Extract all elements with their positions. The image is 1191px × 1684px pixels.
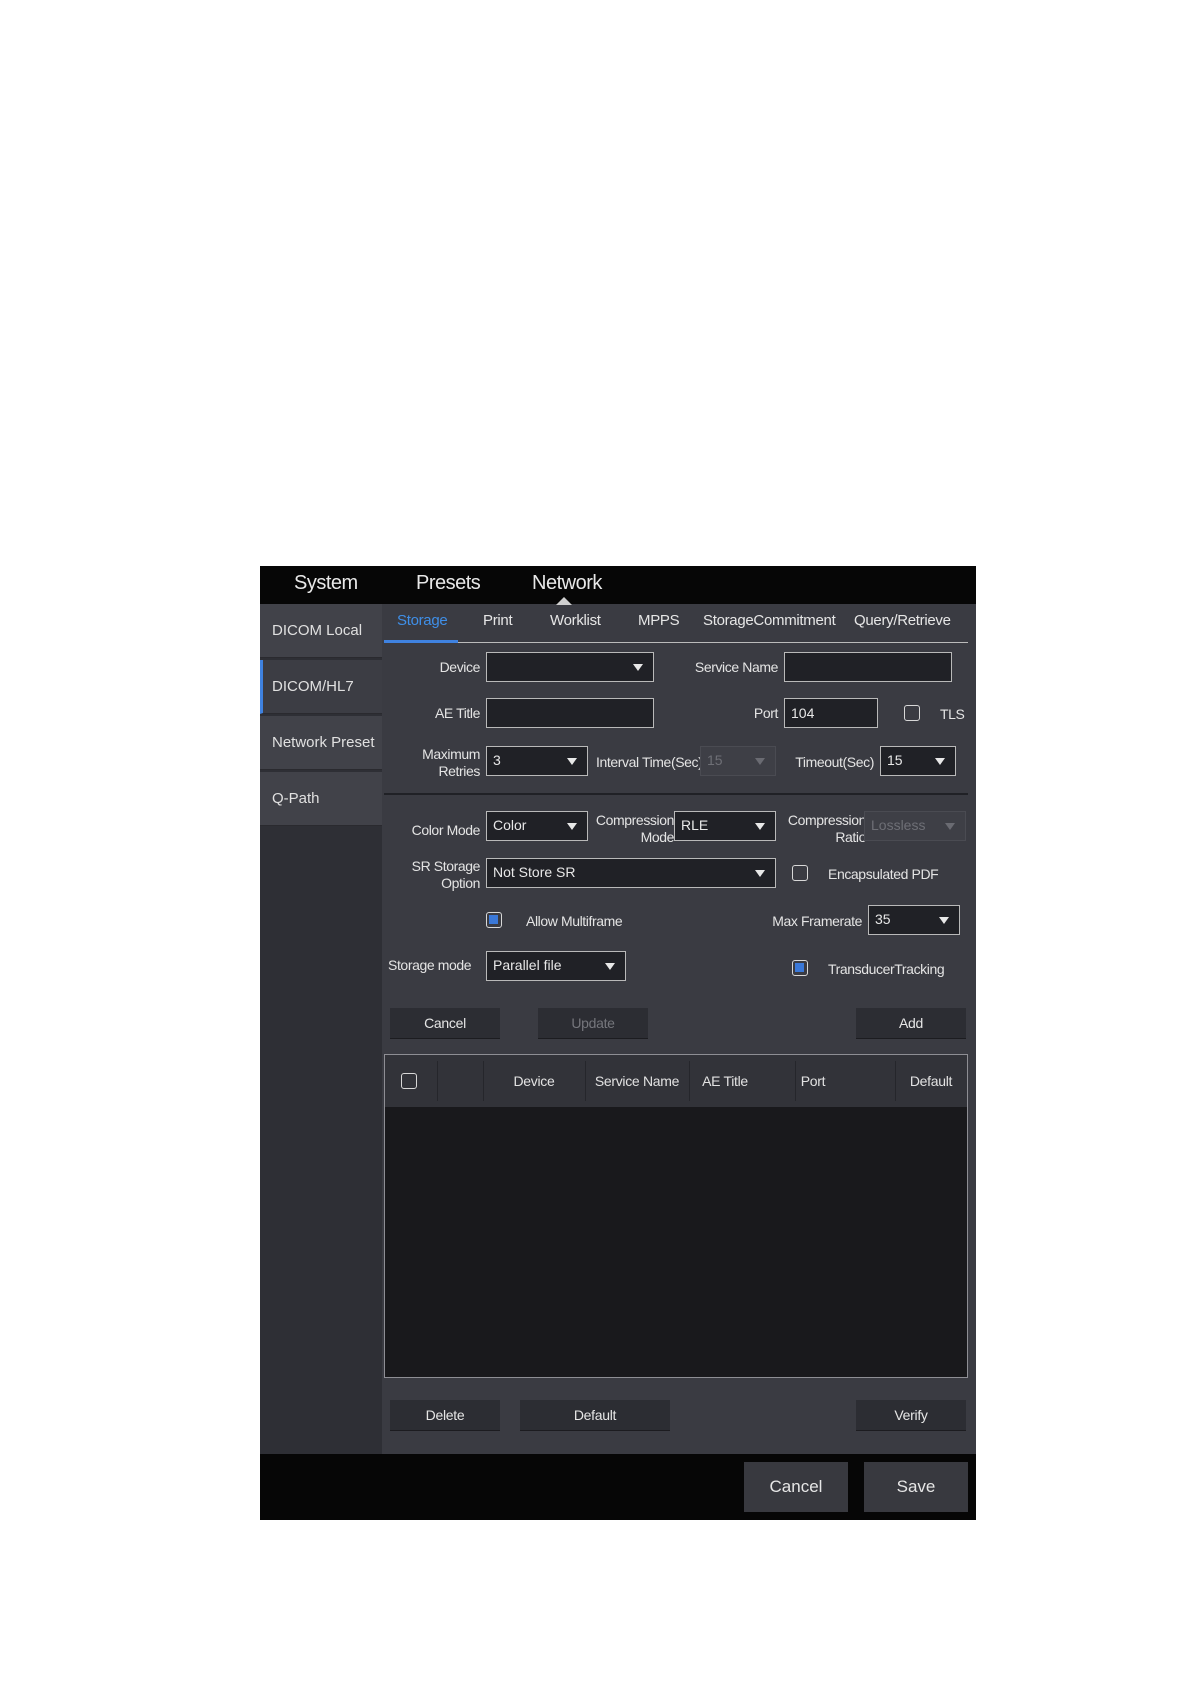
- color-mode-label: Color Mode: [411, 822, 481, 838]
- compression-ratio-label: Compression Ratio: [776, 812, 866, 846]
- chevron-down-icon: [755, 823, 765, 830]
- footer-save-button[interactable]: Save: [864, 1462, 968, 1512]
- service-name-input[interactable]: [784, 652, 952, 682]
- ae-title-label: AE Title: [434, 705, 480, 721]
- encapsulated-pdf-checkbox[interactable]: [792, 865, 808, 881]
- chevron-down-icon: [633, 664, 643, 671]
- max-retries-label-line1: Maximum: [422, 746, 480, 762]
- subtab-worklist[interactable]: Worklist: [550, 612, 601, 629]
- chevron-down-icon: [605, 963, 615, 970]
- subtab-query-retrieve[interactable]: Query/Retrieve: [854, 612, 951, 629]
- column-header-ae-title[interactable]: AE Title: [689, 1055, 761, 1107]
- chevron-down-icon: [567, 758, 577, 765]
- port-label: Port: [753, 705, 778, 721]
- max-retries-value: 3: [493, 752, 501, 768]
- color-mode-dropdown[interactable]: Color: [486, 811, 588, 841]
- compression-ratio-value: Lossless: [871, 817, 926, 833]
- chevron-down-icon: [935, 758, 945, 765]
- sidebar-item-q-path[interactable]: Q-Path: [260, 772, 382, 826]
- compression-ratio-dropdown: Lossless: [864, 811, 966, 841]
- interval-dropdown: 15: [700, 746, 776, 776]
- timeout-dropdown[interactable]: 15: [880, 746, 956, 776]
- chevron-down-icon: [945, 823, 955, 830]
- sr-storage-label-line1: SR Storage: [411, 858, 481, 874]
- footer-bar: Cancel Save: [260, 1454, 976, 1520]
- delete-button[interactable]: Delete: [390, 1400, 500, 1430]
- max-retries-dropdown[interactable]: 3: [486, 746, 588, 776]
- max-framerate-dropdown[interactable]: 35: [868, 905, 960, 935]
- storage-mode-dropdown[interactable]: Parallel file: [486, 951, 626, 981]
- port-input[interactable]: [784, 698, 878, 728]
- verify-button[interactable]: Verify: [856, 1400, 966, 1430]
- device-label: Device: [439, 659, 481, 675]
- section-divider: [384, 793, 968, 795]
- column-header-default[interactable]: Default: [895, 1055, 967, 1107]
- compression-ratio-label-line1: Compression: [787, 812, 866, 828]
- sidebar-item-dicom-local[interactable]: DICOM Local: [260, 604, 382, 658]
- cancel-button[interactable]: Cancel: [390, 1008, 500, 1038]
- subtab-print[interactable]: Print: [483, 612, 513, 629]
- subtab-active-indicator: [384, 640, 458, 643]
- storage-mode-label: Storage mode: [388, 957, 472, 973]
- footer-cancel-button[interactable]: Cancel: [744, 1462, 848, 1512]
- compression-ratio-label-line2: Ratio: [835, 829, 866, 845]
- max-retries-label: Maximum Retries: [400, 746, 480, 780]
- sr-storage-label-line2: Option: [441, 875, 480, 891]
- update-button[interactable]: Update: [538, 1008, 648, 1038]
- device-dropdown[interactable]: [486, 652, 654, 682]
- compression-mode-dropdown[interactable]: RLE: [674, 811, 776, 841]
- interval-value: 15: [707, 752, 723, 768]
- table-header: Device Service Name AE Title Port Defaul…: [385, 1055, 967, 1107]
- chevron-down-icon: [567, 823, 577, 830]
- timeout-label: Timeout(Sec): [795, 754, 874, 770]
- storage-device-table: Device Service Name AE Title Port Defaul…: [384, 1054, 968, 1378]
- column-header-device[interactable]: Device: [483, 1055, 585, 1107]
- transducer-tracking-checkbox[interactable]: [792, 960, 808, 976]
- sidebar: DICOM Local DICOM/HL7 Network Preset Q-P…: [260, 604, 382, 1454]
- max-framerate-label: Max Framerate: [772, 913, 862, 929]
- encapsulated-pdf-label: Encapsulated PDF: [828, 866, 939, 882]
- add-button[interactable]: Add: [856, 1008, 966, 1038]
- compression-mode-value: RLE: [681, 817, 709, 833]
- ae-title-input[interactable]: [486, 698, 654, 728]
- compression-mode-label-line2: Mode: [640, 829, 675, 845]
- timeout-value: 15: [887, 752, 903, 768]
- interval-label: Interval Time(Sec): [596, 754, 703, 770]
- column-divider: [437, 1061, 438, 1101]
- service-name-label: Service Name: [694, 659, 779, 675]
- subtab-storage[interactable]: Storage: [397, 612, 448, 629]
- storage-mode-value: Parallel file: [493, 957, 562, 973]
- subtab-mpps[interactable]: MPPS: [638, 612, 680, 629]
- tab-presets[interactable]: Presets: [416, 572, 481, 595]
- max-retries-label-line2: Retries: [438, 763, 480, 779]
- allow-multiframe-checkbox[interactable]: [486, 912, 502, 928]
- chevron-down-icon: [755, 870, 765, 877]
- subtab-storage-commitment[interactable]: StorageCommitment: [703, 612, 836, 629]
- top-tab-bar: System Presets Network: [260, 566, 976, 605]
- subtab-divider: [384, 642, 968, 643]
- column-header-port[interactable]: Port: [761, 1055, 865, 1107]
- tls-checkbox[interactable]: [904, 705, 920, 721]
- settings-window: System Presets Network DICOM Local DICOM…: [260, 566, 976, 1520]
- sidebar-item-dicom-hl7[interactable]: DICOM/HL7: [260, 660, 382, 714]
- compression-mode-label: Compression Mode: [590, 812, 674, 846]
- sr-storage-dropdown[interactable]: Not Store SR: [486, 858, 776, 888]
- allow-multiframe-label: Allow Multiframe: [526, 913, 623, 929]
- sr-storage-value: Not Store SR: [493, 864, 576, 880]
- sr-storage-label: SR Storage Option: [390, 858, 481, 892]
- tab-system[interactable]: System: [294, 572, 358, 595]
- chevron-down-icon: [755, 758, 765, 765]
- sidebar-item-network-preset[interactable]: Network Preset: [260, 716, 382, 770]
- color-mode-value: Color: [493, 817, 527, 833]
- column-header-service-name[interactable]: Service Name: [585, 1055, 689, 1107]
- tab-network[interactable]: Network: [532, 572, 602, 595]
- chevron-down-icon: [939, 917, 949, 924]
- max-framerate-value: 35: [875, 911, 891, 927]
- select-all-checkbox[interactable]: [401, 1073, 417, 1089]
- default-button[interactable]: Default: [520, 1400, 670, 1430]
- transducer-tracking-label: TransducerTracking: [828, 961, 945, 977]
- active-tab-caret-icon: [556, 597, 572, 605]
- compression-mode-label-line1: Compression: [595, 812, 674, 828]
- tls-label: TLS: [940, 706, 965, 722]
